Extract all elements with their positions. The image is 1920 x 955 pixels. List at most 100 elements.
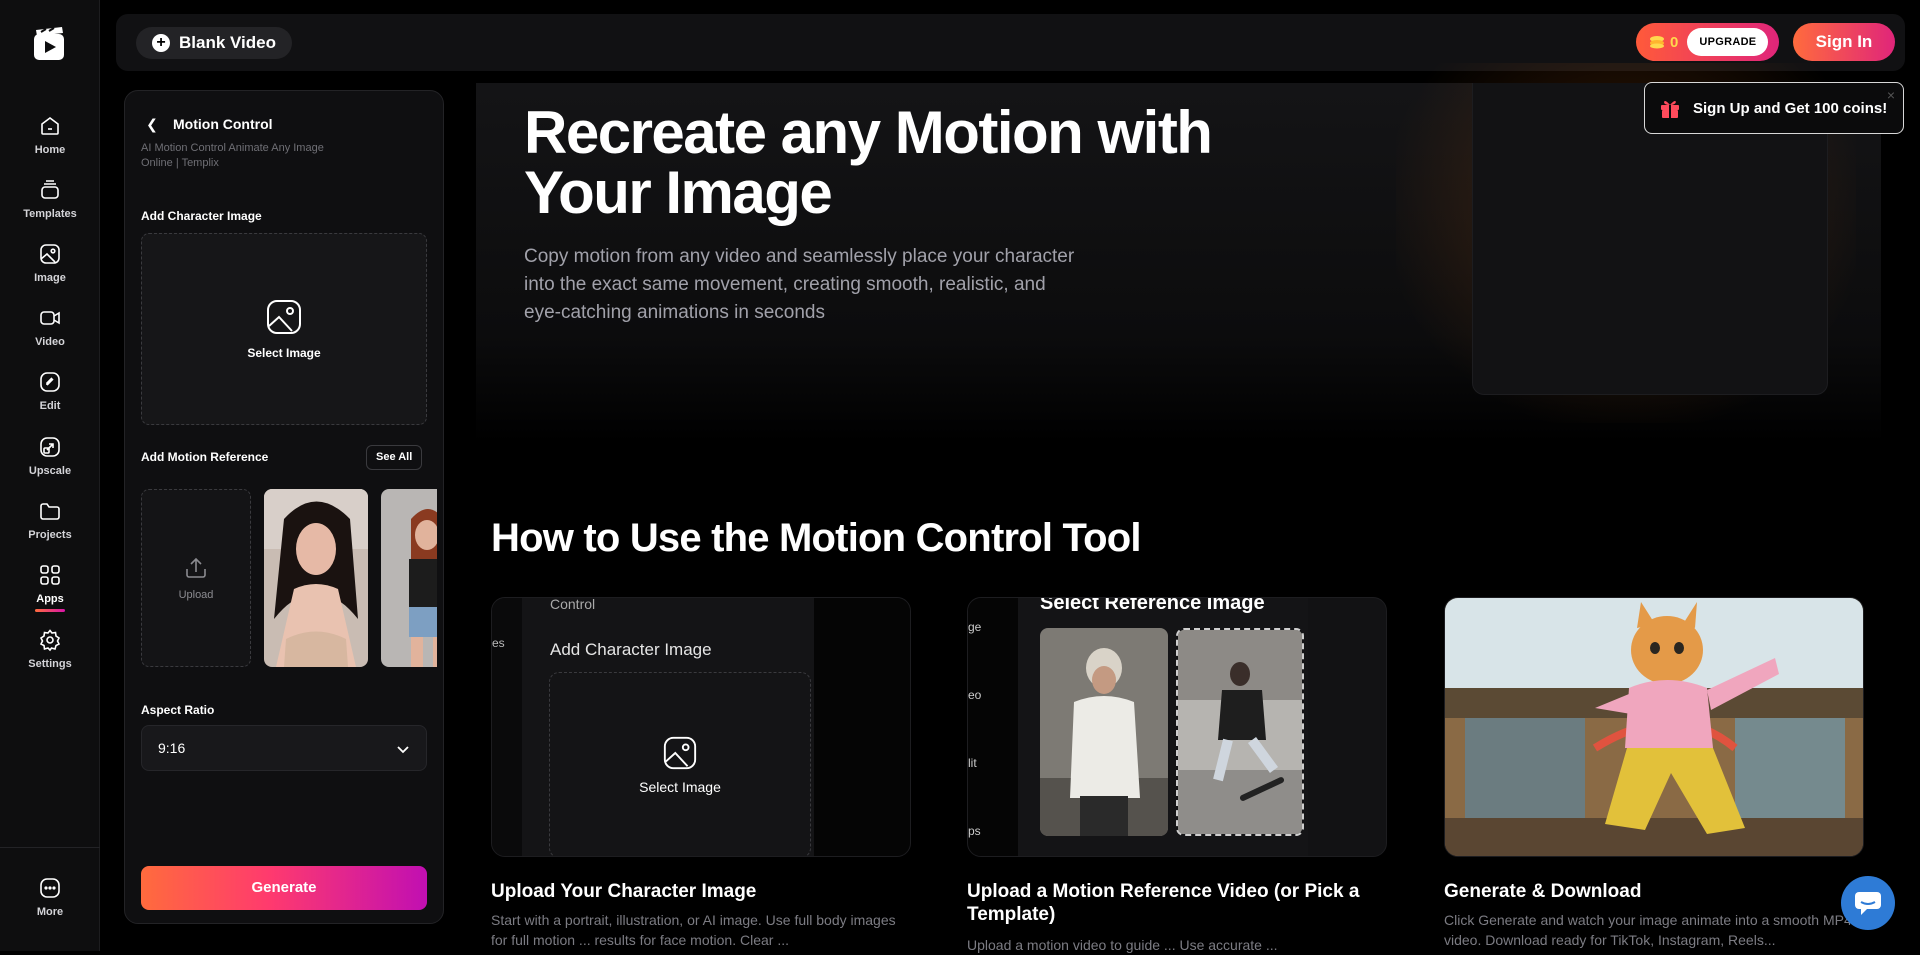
coin-count: 0 xyxy=(1670,33,1679,51)
rail-item-more[interactable]: More xyxy=(0,876,100,932)
chat-button[interactable] xyxy=(1841,876,1895,930)
generate-button[interactable]: Generate xyxy=(141,866,427,910)
hoodie-person-image xyxy=(1040,628,1168,836)
blank-video-label: Blank Video xyxy=(179,33,276,52)
reference-thumbnail xyxy=(1040,628,1168,836)
add-motion-label: Add Motion Reference xyxy=(141,450,269,464)
rail-item-templates[interactable]: Templates xyxy=(0,178,100,234)
rail-item-edit[interactable]: Edit xyxy=(0,370,100,426)
coins-icon xyxy=(1650,36,1664,49)
rail-label: Image xyxy=(34,272,66,284)
reference-thumbnail xyxy=(1176,628,1304,836)
aspect-ratio-select[interactable]: 9:16 xyxy=(141,725,427,771)
motion-control-panel: ❮ Motion Control AI Motion Control Anima… xyxy=(124,90,444,924)
apps-icon xyxy=(40,565,60,585)
add-character-label: Add Character Image xyxy=(141,209,262,223)
dancing-cat-image xyxy=(1445,598,1863,856)
toast-text: Sign Up and Get 100 coins! xyxy=(1693,99,1888,117)
coins-pill[interactable]: 0 UPGRADE xyxy=(1636,23,1779,61)
howto-title: How to Use the Motion Control Tool xyxy=(491,516,1142,560)
gear-icon xyxy=(39,629,61,652)
mock-add-character-label: Add Character Image xyxy=(550,640,712,659)
see-all-button[interactable]: See All xyxy=(366,445,423,470)
left-rail: Home Templates Image Video Edit Upscale … xyxy=(0,0,100,951)
image-upload-icon xyxy=(663,736,697,770)
motion-template-thumbnail[interactable] xyxy=(381,489,437,667)
mock-preview xyxy=(814,598,910,856)
rail-item-home[interactable]: Home xyxy=(0,114,100,170)
hero-description: Copy motion from any video and seamlessl… xyxy=(524,246,1075,323)
sign-in-button[interactable]: Sign In xyxy=(1793,23,1895,61)
motion-reference-list: Upload xyxy=(141,489,437,667)
rail-divider xyxy=(0,847,100,848)
mock-sidebar-label: eo xyxy=(968,688,982,702)
upgrade-button[interactable]: UPGRADE xyxy=(1687,28,1769,56)
mock-sidebar-label: es xyxy=(492,636,505,650)
select-image-label: Select Image xyxy=(247,346,321,360)
woman-portrait-image xyxy=(264,489,368,667)
hero-section: Recreate any Motion with Your Image Copy… xyxy=(476,63,1881,443)
step-description: Click Generate and watch your image anim… xyxy=(1444,912,1852,948)
signup-toast[interactable]: Sign Up and Get 100 coins! × xyxy=(1644,82,1904,134)
rail-label: Upscale xyxy=(28,465,72,477)
rail-label: Projects xyxy=(28,529,72,541)
panel-title: Motion Control xyxy=(173,116,273,132)
plus-icon: + xyxy=(152,34,170,52)
rail-label: Home xyxy=(34,144,66,156)
active-indicator xyxy=(35,609,65,612)
step-description: Start with a portrait, illustration, or … xyxy=(491,912,896,948)
back-chevron-icon[interactable]: ❮ xyxy=(142,114,162,134)
character-image-dropzone[interactable]: Select Image xyxy=(141,233,427,425)
video-icon xyxy=(40,311,60,325)
rail-label: Settings xyxy=(28,658,72,670)
panel-subtitle: AI Motion Control Animate Any Image Onli… xyxy=(141,142,324,169)
image-upload-icon xyxy=(267,300,301,334)
mock-sidebar-label: lit xyxy=(968,756,977,770)
motion-upload-tile[interactable]: Upload xyxy=(141,489,251,667)
rail-label: Templates xyxy=(23,208,77,220)
step-card-upload-character: es Control Add Character Image Select Im… xyxy=(491,597,911,857)
templix-logo[interactable] xyxy=(32,26,66,62)
aspect-ratio-value: 9:16 xyxy=(158,740,186,756)
upload-icon xyxy=(186,557,206,578)
upscale-icon xyxy=(40,437,60,457)
chat-icon xyxy=(1855,892,1881,915)
image-icon xyxy=(40,244,60,264)
mock-dropzone: Select Image xyxy=(549,672,811,856)
step-description: Upload a motion video to guide ... Use a… xyxy=(967,937,1278,953)
step-title: Upload a Motion Reference Video (or Pick… xyxy=(967,881,1360,925)
chevron-down-icon xyxy=(397,746,409,754)
rail-item-settings[interactable]: Settings xyxy=(0,628,100,684)
rail-item-projects[interactable]: Projects xyxy=(0,499,100,555)
mock-control-label: Control xyxy=(550,597,596,612)
rail-item-image[interactable]: Image xyxy=(0,242,100,298)
rail-label: Edit xyxy=(39,400,61,412)
aspect-ratio-label: Aspect Ratio xyxy=(141,703,215,717)
blank-video-button[interactable]: + Blank Video xyxy=(136,27,292,59)
more-icon xyxy=(40,878,60,898)
mock-sidebar xyxy=(968,598,1018,856)
templates-icon xyxy=(41,180,59,199)
motion-template-thumbnail[interactable] xyxy=(264,489,368,667)
step-card-motion-reference: ge eo lit ps Select Reference Image xyxy=(967,597,1387,857)
rail-label: More xyxy=(36,906,64,918)
mock-sidebar-label: ps xyxy=(968,824,981,838)
home-icon xyxy=(41,117,59,135)
rail-item-apps[interactable]: Apps xyxy=(0,563,100,619)
edit-icon xyxy=(40,372,60,392)
step-title: Generate & Download xyxy=(1444,881,1642,902)
hero-title: Recreate any Motion with Your Image xyxy=(524,99,1213,226)
step-card-generate xyxy=(1444,597,1864,857)
rail-label: Video xyxy=(35,336,65,348)
mock-select-reference-title: Select Reference Image xyxy=(1040,597,1265,614)
skater-image xyxy=(1178,630,1302,834)
mock-select-image-label: Select Image xyxy=(639,779,721,795)
folder-icon xyxy=(40,503,60,520)
gift-icon xyxy=(1661,101,1679,118)
rail-item-video[interactable]: Video xyxy=(0,306,100,362)
close-icon[interactable]: × xyxy=(1887,87,1895,103)
dancer-image xyxy=(381,489,437,667)
mock-sidebar-label: ge xyxy=(968,620,982,634)
rail-item-upscale[interactable]: Upscale xyxy=(0,435,100,491)
upload-label: Upload xyxy=(178,589,214,601)
